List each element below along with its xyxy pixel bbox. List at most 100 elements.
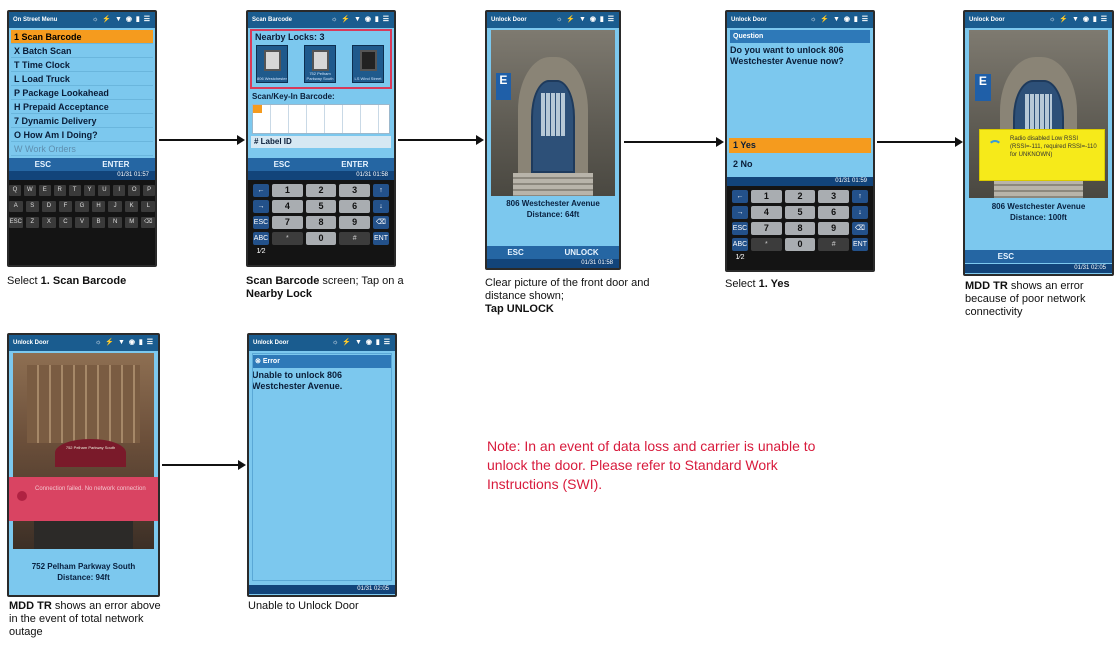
enter-softkey[interactable]: ENTER	[341, 158, 368, 171]
menu-item-batch-scan[interactable]: X Batch Scan	[11, 44, 153, 58]
key-l[interactable]: L	[141, 201, 155, 212]
keypad-key[interactable]: *	[272, 232, 303, 245]
keypad-key[interactable]: 0	[784, 238, 816, 251]
esc-softkey[interactable]: ESC	[507, 246, 523, 259]
key-f[interactable]: F	[58, 201, 73, 212]
key-esc[interactable]: ESC	[9, 217, 23, 228]
screen-title: Unlock Door	[731, 17, 767, 23]
key-m[interactable]: M	[124, 217, 139, 228]
keypad-key[interactable]: ↓	[851, 206, 868, 219]
unlock-softkey[interactable]: UNLOCK	[564, 246, 598, 259]
door-photo: E	[491, 30, 615, 196]
keypad-key[interactable]: ENT	[372, 232, 389, 245]
key-y[interactable]: Y	[83, 185, 96, 196]
key-k[interactable]: K	[124, 201, 139, 212]
keypad-key[interactable]: →	[732, 206, 748, 219]
menu-item-scan-barcode[interactable]: 1 Scan Barcode	[11, 30, 153, 44]
menu-item-how-am-i-doing[interactable]: O How Am I Doing?	[11, 128, 153, 142]
key-h[interactable]: H	[91, 201, 106, 212]
keypad-key[interactable]: ENT	[851, 238, 868, 251]
keypad-key[interactable]: ESC	[732, 222, 748, 235]
nearby-lock-1[interactable]: 806 Westchester	[256, 45, 288, 83]
menu-item-time-clock[interactable]: T Time Clock	[11, 58, 153, 72]
keypad-key[interactable]: 2	[784, 190, 816, 203]
caption-bold: 1. Scan Barcode	[40, 275, 127, 287]
keypad-key[interactable]: ⌫	[851, 222, 868, 235]
phone-unlock-door-screen: Unlock Door ☼ ⚡ ▼ ◉ ▮ ☰ E 806 Westchester…	[485, 10, 621, 270]
keypad-key[interactable]: ABC 1⁄2	[732, 238, 748, 261]
nearby-lock-2[interactable]: 752 Pelham Parkway South	[304, 45, 336, 83]
key-⌫[interactable]: ⌫	[141, 217, 155, 228]
key-b[interactable]: B	[91, 217, 106, 228]
nearby-lock-3[interactable]: LS Wind Street	[352, 45, 384, 83]
key-o[interactable]: O	[128, 185, 141, 196]
menu-item-load-truck[interactable]: L Load Truck	[11, 72, 153, 86]
menu-item-package-lookahead[interactable]: P Package Lookahead	[11, 86, 153, 100]
keypad-key[interactable]: 6	[339, 200, 370, 213]
keypad-key[interactable]: 5	[305, 200, 337, 213]
key-z[interactable]: Z	[25, 217, 40, 228]
keypad-key[interactable]: 6	[818, 206, 849, 219]
keypad-key[interactable]: 3	[818, 190, 849, 203]
keypad-key[interactable]: ↑	[372, 184, 389, 197]
enter-softkey[interactable]: ENTER	[102, 158, 129, 171]
menu-item-prepaid-acceptance[interactable]: H Prepaid Acceptance	[11, 100, 153, 114]
key-n[interactable]: N	[108, 217, 122, 228]
keypad-key[interactable]: 1	[751, 190, 782, 203]
keypad-key[interactable]: →	[253, 200, 269, 213]
keypad-key[interactable]: 8	[305, 216, 337, 229]
softkey-bar: ESC	[965, 250, 1112, 263]
key-a[interactable]: A	[9, 201, 23, 212]
time-bar: 01/31 01:58	[487, 259, 619, 268]
keypad-key[interactable]: 9	[818, 222, 849, 235]
address-label: 752 Pelham Parkway South	[31, 562, 136, 571]
key-d[interactable]: D	[42, 201, 56, 212]
option-yes[interactable]: 1 Yes	[729, 138, 871, 153]
keypad-key[interactable]: ←	[253, 184, 269, 197]
key-q[interactable]: Q	[9, 185, 21, 196]
keypad-key[interactable]: ←	[732, 190, 748, 203]
keypad-key[interactable]: ↑	[851, 190, 868, 203]
caption-bold: Nearby Lock	[246, 288, 313, 300]
option-no[interactable]: 2 No	[729, 157, 871, 172]
keypad-key[interactable]: #	[818, 238, 849, 251]
keypad-key[interactable]: ↓	[372, 200, 389, 213]
key-e[interactable]: E	[38, 185, 51, 196]
esc-softkey[interactable]: ESC	[998, 250, 1014, 263]
esc-softkey[interactable]: ESC	[274, 158, 290, 171]
question-text: Do you want to unlock 806 Westchester Av…	[730, 45, 844, 66]
key-s[interactable]: S	[25, 201, 40, 212]
keypad-key[interactable]: 0	[305, 232, 337, 245]
key-c[interactable]: C	[58, 217, 73, 228]
keypad-key[interactable]: 4	[272, 200, 303, 213]
menu-item-dynamic-delivery[interactable]: 7 Dynamic Delivery	[11, 114, 153, 128]
barcode-input[interactable]	[252, 104, 390, 134]
esc-softkey[interactable]: ESC	[35, 158, 51, 171]
key-t[interactable]: T	[68, 185, 81, 196]
keypad-key[interactable]: 7	[751, 222, 782, 235]
keypad-key[interactable]: ESC	[253, 216, 269, 229]
keypad-key[interactable]: 4	[751, 206, 782, 219]
keypad-key[interactable]: ABC 1⁄2	[253, 232, 269, 255]
keypad-key[interactable]: 3	[339, 184, 370, 197]
keypad-key[interactable]: ⌫	[372, 216, 389, 229]
keypad-key[interactable]: 1	[272, 184, 303, 197]
key-w[interactable]: W	[23, 185, 36, 196]
key-u[interactable]: U	[98, 185, 111, 196]
keypad-key[interactable]: 9	[339, 216, 370, 229]
key-r[interactable]: R	[53, 185, 66, 196]
key-p[interactable]: P	[143, 185, 155, 196]
keypad-key[interactable]: 2	[305, 184, 337, 197]
keypad-key[interactable]: 8	[784, 222, 816, 235]
key-g[interactable]: G	[75, 201, 89, 212]
keypad-key[interactable]: 5	[784, 206, 816, 219]
keypad-key[interactable]: *	[751, 238, 782, 251]
key-j[interactable]: J	[108, 201, 122, 212]
menu-item-work-orders[interactable]: W Work Orders	[11, 142, 153, 156]
time-bar: 01/31 02:05	[249, 585, 395, 594]
keypad-key[interactable]: #	[339, 232, 370, 245]
key-x[interactable]: X	[42, 217, 56, 228]
key-i[interactable]: I	[113, 185, 126, 196]
key-v[interactable]: V	[75, 217, 89, 228]
keypad-key[interactable]: 7	[272, 216, 303, 229]
